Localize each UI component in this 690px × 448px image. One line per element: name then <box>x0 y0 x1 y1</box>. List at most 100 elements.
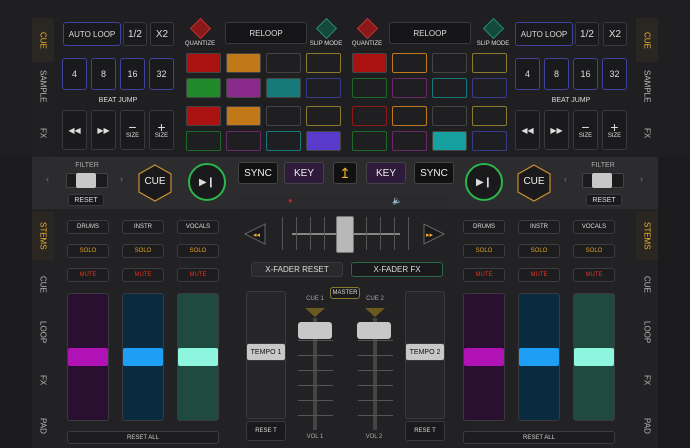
hotcue-pad-1[interactable] <box>186 53 221 73</box>
cue-button-right[interactable]: CUE <box>517 164 551 202</box>
tab-stems-left[interactable]: STEMS <box>32 212 54 260</box>
tab-loop-right[interactable]: LOOP <box>636 308 658 356</box>
solo-instr-right[interactable]: SOLO <box>518 244 560 258</box>
hotcue-pad-r3[interactable] <box>432 53 467 73</box>
jump-back-button-left[interactable]: ◀◀ <box>62 110 87 150</box>
hotcue-pad-13[interactable] <box>186 131 221 151</box>
hotcue-pad-9[interactable] <box>186 106 221 126</box>
reloop-button-right[interactable]: RELOOP <box>389 22 471 44</box>
tab-loop-left[interactable]: LOOP <box>32 308 54 356</box>
hotcue-pad-r2[interactable] <box>392 53 427 73</box>
size-minus-button-left[interactable]: − SIZE <box>120 110 145 150</box>
size-plus-button-left[interactable]: + SIZE <box>149 110 174 150</box>
jump-forward-button-left[interactable]: ▶▶ <box>91 110 116 150</box>
key-button-right[interactable]: KEY <box>366 162 406 184</box>
tab-sample-left[interactable]: SAMPLE <box>32 62 54 110</box>
tab-fx-bottom-right[interactable]: FX <box>636 356 658 404</box>
sync-button-left[interactable]: SYNC <box>238 162 278 184</box>
reloop-button-left[interactable]: RELOOP <box>225 22 307 44</box>
hotcue-pad-12[interactable] <box>306 106 341 126</box>
play-pause-button-right[interactable]: ▶❙ <box>465 163 503 201</box>
autoloop-button-left[interactable]: AUTO LOOP <box>63 22 121 46</box>
hotcue-pad-10[interactable] <box>226 106 261 126</box>
key-lock-button[interactable]: ↥ <box>333 162 357 184</box>
mute-instr-left[interactable]: MUTE <box>122 268 164 282</box>
xfader-fx-button[interactable]: X-FADER FX <box>351 262 443 277</box>
mute-vocals-left[interactable]: MUTE <box>177 268 219 282</box>
half-loop-button-left[interactable]: 1/2 <box>123 22 147 46</box>
cue-button-left[interactable]: CUE <box>138 164 172 202</box>
hotcue-pad-4[interactable] <box>306 53 341 73</box>
reset-all-right[interactable]: RESET ALL <box>463 431 615 444</box>
filter-knob-left[interactable] <box>76 173 96 188</box>
mute-drums-left[interactable]: MUTE <box>67 268 109 282</box>
tab-sample-right[interactable]: SAMPLE <box>636 62 658 110</box>
xfader-knob[interactable] <box>336 216 354 253</box>
beat-8-button-left[interactable]: 8 <box>91 58 116 90</box>
hotcue-pad-8[interactable] <box>306 78 341 98</box>
play-pause-button-left[interactable]: ▶❙ <box>188 163 226 201</box>
beat-32-button-right[interactable]: 32 <box>602 58 627 90</box>
stem-fader-knob-vocals-left[interactable] <box>178 348 218 366</box>
tab-fx-bottom-left[interactable]: FX <box>32 356 54 404</box>
key-button-left[interactable]: KEY <box>284 162 324 184</box>
hotcue-pad-5[interactable] <box>186 78 221 98</box>
jump-forward-button-right[interactable]: ▶▶ <box>544 110 569 150</box>
mute-vocals-right[interactable]: MUTE <box>573 268 615 282</box>
beat-16-button-right[interactable]: 16 <box>573 58 598 90</box>
size-minus-button-right[interactable]: − SIZE <box>573 110 598 150</box>
stem-fader-knob-drums-left[interactable] <box>68 348 108 366</box>
hotcue-pad-14[interactable] <box>226 131 261 151</box>
autoloop-button-right[interactable]: AUTO LOOP <box>515 22 573 46</box>
hotcue-pad-3[interactable] <box>266 53 301 73</box>
tab-cue-right[interactable]: CUE <box>636 18 658 62</box>
solo-vocals-right[interactable]: SOLO <box>573 244 615 258</box>
tab-cue-left[interactable]: CUE <box>32 18 54 62</box>
tempo2-reset[interactable]: RESE T <box>405 421 445 441</box>
tab-fx-left[interactable]: FX <box>32 110 54 157</box>
mute-instr-right[interactable]: MUTE <box>518 268 560 282</box>
sync-button-right[interactable]: SYNC <box>414 162 454 184</box>
double-loop-button-right[interactable]: X2 <box>603 22 627 46</box>
xfader-reset-button[interactable]: X-FADER RESET <box>251 262 343 277</box>
mute-drums-right[interactable]: MUTE <box>463 268 505 282</box>
double-loop-button-left[interactable]: X2 <box>150 22 174 46</box>
filter-reset-left[interactable]: RESET <box>68 194 104 206</box>
hotcue-pad-r4[interactable] <box>472 53 507 73</box>
hotcue-pad-r11[interactable] <box>432 106 467 126</box>
hotcue-pad-2[interactable] <box>226 53 261 73</box>
hotcue-pad-7[interactable] <box>266 78 301 98</box>
hotcue-pad-r15[interactable] <box>432 131 467 151</box>
solo-drums-right[interactable]: SOLO <box>463 244 505 258</box>
hotcue-pad-r16[interactable] <box>472 131 507 151</box>
hotcue-pad-r7[interactable] <box>432 78 467 98</box>
beat-16-button-left[interactable]: 16 <box>120 58 145 90</box>
hotcue-pad-r5[interactable] <box>352 78 387 98</box>
beat-4-button-left[interactable]: 4 <box>62 58 87 90</box>
tempo2-knob[interactable]: TEMPO 2 <box>405 343 445 361</box>
vol2-knob[interactable] <box>357 322 391 339</box>
tab-pad-right[interactable]: PAD <box>636 404 658 448</box>
tab-cue-bottom-right[interactable]: CUE <box>636 260 658 308</box>
xfader-left-arrow[interactable]: ◂◂ <box>243 222 267 246</box>
xfader-right-arrow[interactable]: ▸▸ <box>422 222 446 246</box>
hotcue-pad-16[interactable] <box>306 131 341 151</box>
tab-fx-right[interactable]: FX <box>636 110 658 157</box>
stem-fader-knob-vocals-right[interactable] <box>574 348 614 366</box>
cue1-button[interactable] <box>305 305 325 317</box>
vol1-knob[interactable] <box>298 322 332 339</box>
hotcue-pad-r1[interactable] <box>352 53 387 73</box>
hotcue-pad-r13[interactable] <box>352 131 387 151</box>
tab-stems-right[interactable]: STEMS <box>636 212 658 260</box>
master-button[interactable]: MASTER <box>330 287 360 299</box>
hotcue-pad-r9[interactable] <box>352 106 387 126</box>
hotcue-pad-r10[interactable] <box>392 106 427 126</box>
solo-instr-left[interactable]: SOLO <box>122 244 164 258</box>
hotcue-pad-15[interactable] <box>266 131 301 151</box>
filter-knob-right[interactable] <box>592 173 612 188</box>
filter-reset-right[interactable]: RESET <box>586 194 622 206</box>
tab-cue-bottom-left[interactable]: CUE <box>32 260 54 308</box>
size-plus-button-right[interactable]: + SIZE <box>602 110 627 150</box>
solo-vocals-left[interactable]: SOLO <box>177 244 219 258</box>
stem-fader-knob-drums-right[interactable] <box>464 348 504 366</box>
